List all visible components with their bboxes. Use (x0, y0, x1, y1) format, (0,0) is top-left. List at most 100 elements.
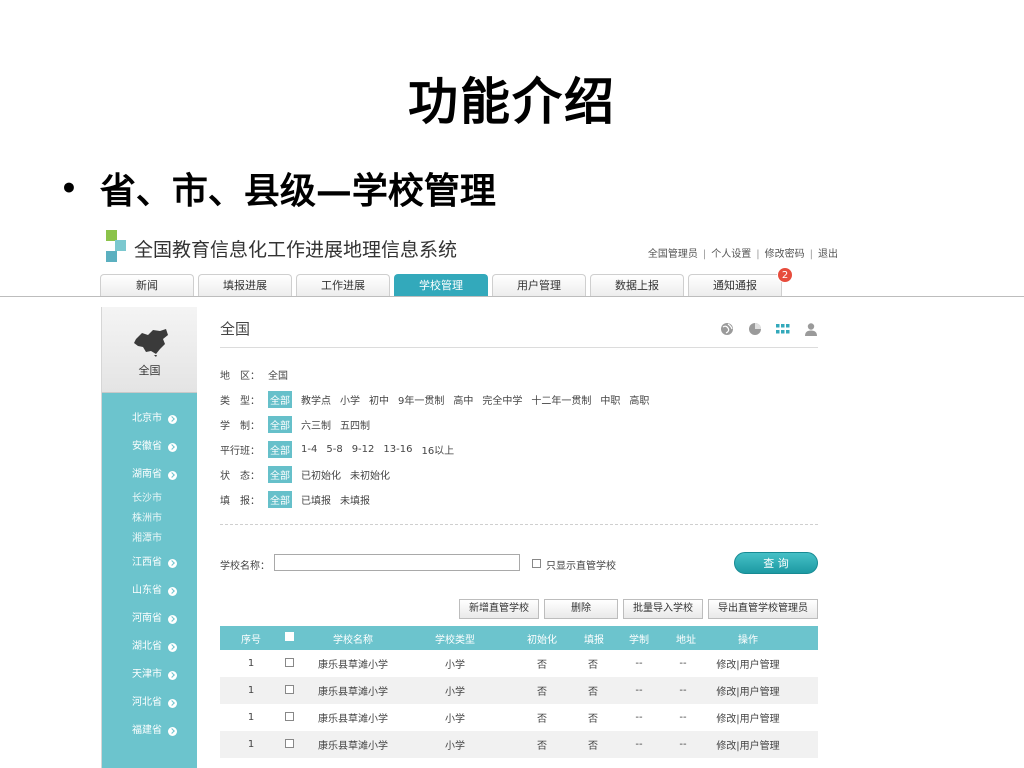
cell-ops[interactable]: 修改|用户管理 (690, 656, 806, 671)
filter-option[interactable]: 全国 (268, 367, 288, 382)
action-toolbar: 新增直管学校 删除 批量导入学校 导出直管学校管理员 (459, 599, 818, 619)
col-header-index: 序号 (241, 634, 261, 646)
search-button[interactable]: 查 询 (734, 552, 818, 574)
logo-icon (102, 226, 128, 266)
sidebar-item-hubei[interactable]: 湖北省 (102, 633, 197, 661)
sidebar-item-shandong[interactable]: 山东省 (102, 577, 197, 605)
tab-user-management[interactable]: 用户管理 (492, 274, 586, 297)
pie-chart-icon[interactable] (748, 322, 762, 336)
cell-ops[interactable]: 修改|用户管理 (690, 683, 806, 698)
col-header-report: 填报 (584, 634, 604, 646)
filter-option[interactable]: 五四制 (340, 417, 370, 432)
filter-option[interactable]: 十二年一贯制 (531, 392, 591, 407)
personal-settings-link[interactable]: 个人设置 (711, 249, 751, 260)
change-password-link[interactable]: 修改密码 (765, 249, 805, 260)
filter-option[interactable]: 未填报 (340, 492, 370, 507)
cell-type: 小学 (445, 714, 465, 725)
filter-option[interactable]: 全部 (268, 441, 292, 458)
cell-ops[interactable]: 修改|用户管理 (690, 737, 806, 752)
row-checkbox[interactable] (284, 711, 294, 721)
sidebar-item-tianjin[interactable]: 天津市 (102, 661, 197, 689)
filter-option[interactable]: 9年一贯制 (398, 392, 444, 407)
filter-option[interactable]: 中职 (600, 392, 620, 407)
filter-option[interactable]: 高职 (629, 392, 649, 407)
sidebar-item-fujian[interactable]: 福建省 (102, 717, 197, 745)
table-header: 序号 学校名称 学校类型 初始化 填报 学制 地址 操作 (220, 626, 818, 650)
row-checkbox[interactable] (284, 738, 294, 748)
cell-address: -- (679, 712, 687, 723)
filter-option[interactable]: 完全中学 (482, 392, 522, 407)
filter-option[interactable]: 小学 (340, 392, 360, 407)
add-direct-school-button[interactable]: 新增直管学校 (459, 599, 539, 619)
filter-label: 填 报： (220, 496, 260, 507)
row-checkbox[interactable] (284, 657, 294, 667)
filter-option[interactable]: 六三制 (301, 417, 331, 432)
filter-option[interactable]: 未初始化 (350, 467, 390, 482)
cell-ops[interactable]: 修改|用户管理 (690, 710, 806, 725)
sidebar-item-label: 湖北省 (132, 641, 162, 652)
tab-data-report[interactable]: 数据上报 (590, 274, 684, 297)
direct-school-checkbox[interactable] (532, 559, 541, 568)
filter-option[interactable]: 13-16 (383, 444, 412, 455)
cell-select (282, 738, 296, 751)
tab-work-progress[interactable]: 工作进展 (296, 274, 390, 297)
globe-icon[interactable] (720, 322, 734, 336)
chevron-circle-icon (168, 586, 177, 596)
chevron-circle-icon (168, 670, 177, 680)
sidebar-item-beijing[interactable]: 北京市 (102, 405, 197, 433)
sidebar-header-national[interactable]: 全国 (102, 307, 197, 393)
filter-option[interactable]: 教学点 (301, 392, 331, 407)
col-header-type: 学校类型 (435, 634, 475, 646)
grid-icon[interactable] (776, 322, 790, 336)
filter-option[interactable]: 16以上 (421, 442, 454, 457)
cell-system: -- (635, 712, 643, 723)
filter-option[interactable]: 全部 (268, 491, 292, 508)
filter-option[interactable]: 全部 (268, 391, 292, 408)
sidebar-subitem-xiangtan[interactable]: 湘潭市 (102, 529, 197, 549)
sidebar-subitem-zhuzhou[interactable]: 株洲市 (102, 509, 197, 529)
filter-panel: 地 区： 全国 类 型： 全部 教学点 小学 初中 9年一贯制 高中 完全中学 … (220, 362, 658, 512)
user-icon[interactable] (804, 322, 818, 336)
filter-option[interactable]: 已初始化 (301, 467, 341, 482)
sidebar-item-hebei[interactable]: 河北省 (102, 689, 197, 717)
filter-option[interactable]: 高中 (453, 392, 473, 407)
sidebar-item-anhui[interactable]: 安徽省 (102, 433, 197, 461)
delete-button[interactable]: 删除 (544, 599, 618, 619)
main-nav: 新闻 填报进展 工作进展 学校管理 用户管理 数据上报 通知通报 2 (100, 267, 793, 297)
cell-type: 小学 (445, 741, 465, 752)
select-all-checkbox[interactable] (284, 632, 294, 641)
filter-school-system: 学 制： 全部 六三制 五四制 (220, 412, 658, 437)
filter-option[interactable]: 全部 (268, 466, 292, 483)
chevron-circle-icon (168, 558, 177, 568)
tab-news[interactable]: 新闻 (100, 274, 194, 297)
sidebar-subitem-changsha[interactable]: 长沙市 (102, 489, 197, 509)
filter-option[interactable]: 5-8 (326, 444, 342, 455)
filter-option[interactable]: 已填报 (301, 492, 331, 507)
sidebar-item-hunan[interactable]: 湖南省 (102, 461, 197, 489)
col-header-system: 学制 (629, 634, 649, 646)
filter-option[interactable]: 全部 (268, 416, 292, 433)
table-row: 1 康乐县草滩小学 小学 否 否 -- -- 修改|用户管理 (220, 677, 818, 704)
logout-link[interactable]: 退出 (818, 249, 838, 260)
row-checkbox[interactable] (284, 684, 294, 694)
sidebar-item-jiangxi[interactable]: 江西省 (102, 549, 197, 577)
tab-school-management[interactable]: 学校管理 (394, 274, 488, 297)
cell-index: 1 (247, 658, 255, 669)
cell-address: -- (679, 658, 687, 669)
school-name-input[interactable] (274, 554, 520, 571)
sidebar-item-label: 江西省 (132, 557, 162, 568)
export-admins-button[interactable]: 导出直管学校管理员 (708, 599, 818, 619)
batch-import-button[interactable]: 批量导入学校 (623, 599, 703, 619)
cell-report: 否 (588, 660, 598, 671)
tab-report-progress[interactable]: 填报进展 (198, 274, 292, 297)
filter-option[interactable]: 初中 (369, 392, 389, 407)
sidebar-item-label: 山东省 (132, 585, 162, 596)
sidebar-item-label: 湖南省 (132, 469, 162, 480)
filter-option[interactable]: 1-4 (301, 444, 317, 455)
sidebar-item-henan[interactable]: 河南省 (102, 605, 197, 633)
filter-option[interactable]: 9-12 (352, 444, 375, 455)
filter-label: 学 制： (220, 421, 260, 432)
col-header-init: 初始化 (527, 634, 557, 646)
user-role-link[interactable]: 全国管理员 (648, 249, 698, 260)
tab-notices[interactable]: 通知通报 2 (688, 267, 793, 297)
